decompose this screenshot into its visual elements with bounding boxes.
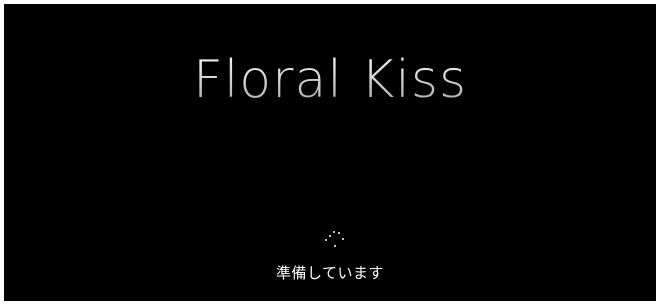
spinner-dot — [333, 231, 335, 233]
status-message: 準備しています — [275, 264, 385, 282]
spinner-dot — [338, 232, 340, 234]
boot-screen: Floral Kiss 準備しています — [4, 4, 656, 301]
theme-logo-text: Floral Kiss — [4, 54, 656, 106]
spinner-dot — [325, 239, 327, 241]
loading-spinner-icon — [322, 230, 348, 250]
spinner-dot — [329, 235, 331, 237]
spinner-dot — [342, 238, 344, 240]
spinner-dot — [334, 245, 336, 247]
